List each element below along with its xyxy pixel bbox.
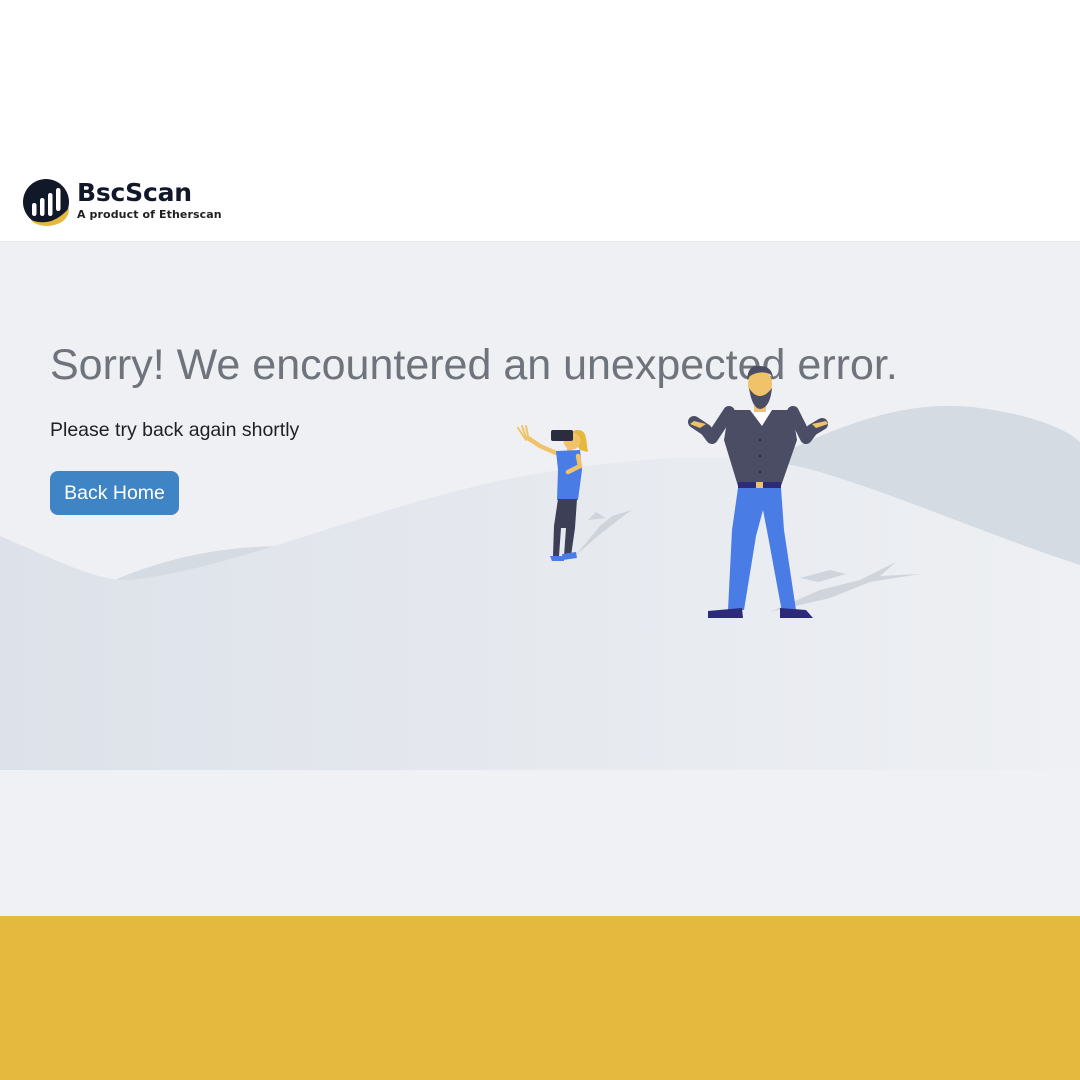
brand-name: BscScan [77,178,222,208]
bscscan-logo-icon [23,179,69,226]
brand-name-part-bsc: Bsc [77,178,126,207]
brand-tagline: A product of Etherscan [77,208,222,221]
lower-gray-band [0,770,1080,916]
footer-band [0,916,1080,1080]
error-headline: Sorry! We encountered an unexpected erro… [50,341,898,389]
bscscan-logo-link[interactable]: BscScan A product of Etherscan [22,178,222,228]
brand-name-part-scan: Scan [125,178,192,207]
back-home-button[interactable]: Back Home [50,471,179,515]
site-header: BscScan A product of Etherscan [0,0,1080,242]
error-message: Please try back again shortly [50,419,300,441]
